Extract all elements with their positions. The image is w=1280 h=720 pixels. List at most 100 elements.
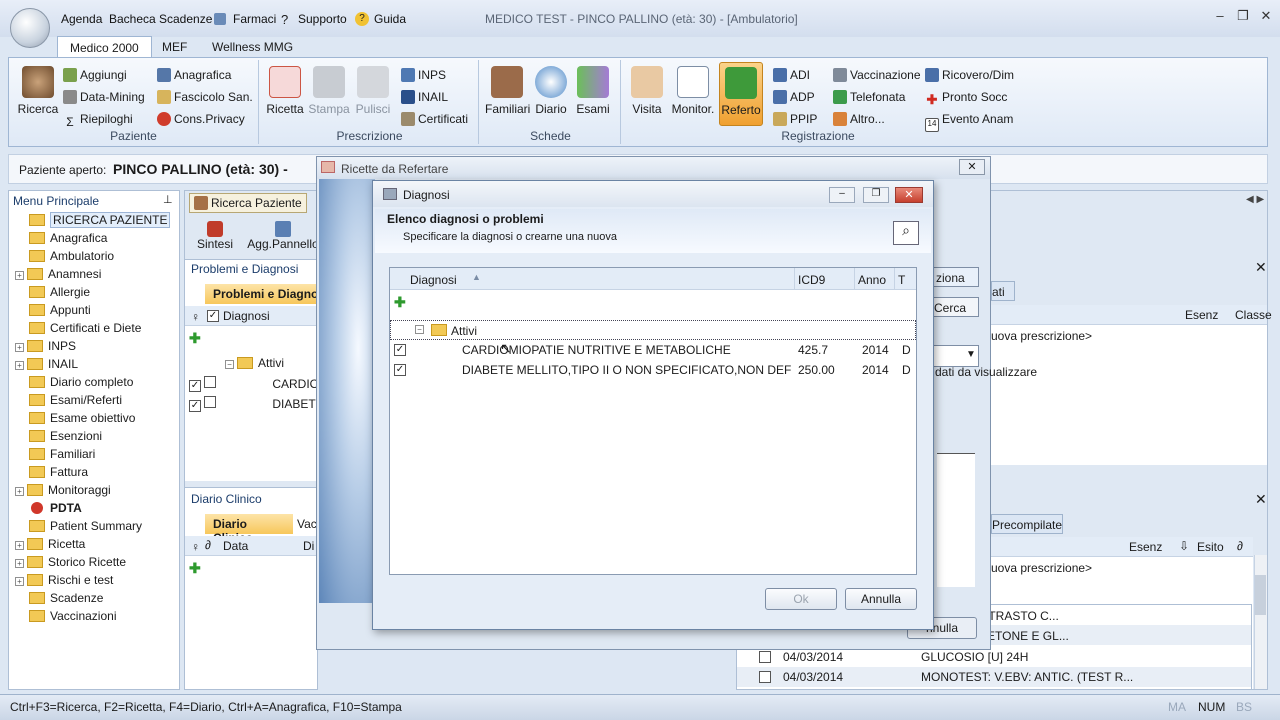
col-esito[interactable]: Esito [1197, 540, 1224, 554]
adp-button[interactable]: ADP [773, 90, 815, 104]
col-diagnosi[interactable]: Diagnosi [223, 309, 270, 323]
nuova-prescrizione[interactable]: uova prescrizione> [991, 329, 1092, 343]
datamining-button[interactable]: Data-Mining [63, 90, 145, 104]
col-classe[interactable]: Classe [1235, 308, 1272, 322]
col-esenz[interactable]: Esenz [1185, 308, 1218, 322]
sidebar-item[interactable]: Familiari [17, 447, 95, 461]
row-check2[interactable] [204, 376, 217, 388]
col-diagnosi[interactable]: Diagnosi [410, 273, 457, 287]
header-check[interactable]: ✓ [207, 310, 219, 322]
row-check[interactable]: ✓ [189, 400, 201, 412]
sidebar-item[interactable]: + Monitoraggi [15, 483, 111, 497]
dropdown[interactable]: ▼ [933, 345, 979, 367]
col-icd9[interactable]: ICD9 [798, 273, 825, 287]
stampa-button[interactable]: Stampa [307, 66, 351, 116]
close-icon[interactable]: ✕ [1254, 8, 1278, 26]
tab-precompilate[interactable]: Precompilate [991, 514, 1063, 534]
col-anno[interactable]: Anno [858, 273, 886, 287]
sidebar-item[interactable]: Diario completo [17, 375, 133, 389]
telefonata-button[interactable]: Telefonata [833, 90, 905, 104]
minimize-icon[interactable]: – [829, 187, 855, 203]
ricovero-button[interactable]: Ricovero/Dim [925, 68, 1014, 82]
scroll-arrows[interactable]: ◀ ▶ [1246, 194, 1264, 205]
close-panel-icon[interactable]: ✕ [1255, 259, 1267, 276]
sidebar-item[interactable]: Esame obiettivo [17, 411, 135, 425]
tab-ricerca-paziente[interactable]: Ricerca Paziente [189, 193, 307, 213]
scroll-thumb[interactable] [1255, 575, 1266, 615]
add-icon[interactable]: ✚ [189, 330, 201, 347]
pin-icon[interactable]: ⊥ [163, 193, 173, 206]
menu-farmaci[interactable]: Farmaci [233, 12, 276, 26]
tab-medico2000[interactable]: Medico 2000 [57, 36, 152, 58]
menu-bacheca[interactable]: Bacheca [109, 12, 156, 26]
prontosocc-button[interactable]: ✚ Pronto Socc [925, 90, 1008, 107]
aggiungi-button[interactable]: Aggiungi [63, 68, 127, 82]
sidebar-item[interactable]: Patient Summary [17, 519, 142, 533]
menu-agenda[interactable]: Agenda [61, 12, 102, 26]
problem-row[interactable]: ✓ DIABETE [189, 396, 324, 412]
expand-icon[interactable]: + [15, 577, 24, 586]
search-icon[interactable]: ⌕ [893, 221, 919, 245]
row-check[interactable] [759, 671, 771, 683]
col-t[interactable]: T [898, 273, 905, 287]
sidebar-item[interactable]: Certificati e Diete [17, 321, 141, 335]
certificati-button[interactable]: Certificati [401, 112, 468, 126]
cerca-button[interactable]: Cerca [933, 297, 979, 317]
minimize-icon[interactable]: – [1208, 8, 1232, 26]
expand-icon[interactable]: + [15, 559, 24, 568]
fascicolo-button[interactable]: Fascicolo San. [157, 90, 253, 104]
add-icon[interactable]: ✚ [189, 560, 201, 577]
row-check[interactable] [759, 651, 771, 663]
visita-button[interactable]: Visita [627, 66, 667, 116]
inps-button[interactable]: INPS [401, 68, 446, 82]
sidebar-item[interactable]: Ambulatorio [17, 249, 114, 263]
privacy-button[interactable]: Cons.Privacy [157, 112, 245, 126]
expand-icon[interactable]: + [15, 487, 24, 496]
add-icon[interactable]: ✚ [394, 294, 406, 311]
close-icon[interactable]: ✕ [895, 187, 923, 203]
diagnosi-row[interactable]: ✓ DIABETE MELLITO,TIPO II O NON SPECIFIC… [390, 360, 916, 380]
menu-supporto[interactable]: Supporto [298, 12, 347, 26]
altro-button[interactable]: Altro... [833, 112, 885, 126]
expand-icon[interactable]: + [15, 361, 24, 370]
ok-button[interactable]: Ok [765, 588, 837, 610]
riepiloghi-button[interactable]: Σ Riepiloghi [63, 112, 132, 129]
sidebar-item[interactable]: + INPS [15, 339, 76, 353]
col-di[interactable]: Di [303, 539, 314, 553]
attivi-folder-row[interactable]: − Attivi [390, 320, 916, 340]
tab-wellness[interactable]: Wellness MMG [200, 36, 305, 58]
problem-row[interactable]: ✓ CARDIO [189, 376, 319, 392]
referto-button[interactable]: Referto [719, 62, 763, 126]
inail-button[interactable]: INAIL [401, 90, 448, 104]
expand-icon[interactable]: + [15, 271, 24, 280]
col-data[interactable]: Data [223, 539, 248, 553]
maximize-icon[interactable]: ❐ [863, 187, 889, 203]
ppip-button[interactable]: PPIP [773, 112, 817, 126]
anagrafica-button[interactable]: Anagrafica [157, 68, 231, 82]
pulisci-button[interactable]: Pulisci [353, 66, 393, 116]
row-check[interactable]: ✓ [394, 364, 406, 376]
table-row[interactable]: 04/03/2014 GLUCOSIO [U] 24H [737, 647, 1251, 667]
menu-scadenze[interactable]: Scadenze [159, 12, 212, 26]
sidebar-item[interactable]: Anagrafica [17, 231, 107, 245]
expand-icon[interactable]: + [15, 343, 24, 352]
sidebar-item[interactable]: Allergie [17, 285, 90, 299]
restore-icon[interactable]: ❐ [1231, 8, 1255, 26]
collapse-icon[interactable]: − [415, 325, 424, 334]
sidebar-item[interactable]: + Storico Ricette [15, 555, 126, 569]
tab-vac[interactable]: Vac [297, 517, 317, 531]
sidebar-item[interactable]: Esenzioni [17, 429, 102, 443]
seleziona-button[interactable]: ziona [933, 267, 979, 287]
diagnosi-row[interactable]: ✓ CARDIOMIOPATIE NUTRITIVE E METABOLICHE… [390, 340, 916, 360]
attivi-folder[interactable]: − Attivi [225, 356, 284, 370]
close-panel-icon[interactable]: ✕ [1255, 491, 1267, 508]
tab-diario[interactable]: Diario Clinico [205, 514, 293, 545]
tab-dati[interactable]: ati [991, 281, 1015, 301]
close-icon[interactable]: ✕ [959, 159, 985, 175]
sidebar-item[interactable]: Fattura [17, 465, 88, 479]
ricetta-button[interactable]: Ricetta [265, 66, 305, 116]
diario-button[interactable]: Diario [531, 66, 571, 116]
sidebar-item[interactable]: Vaccinazioni [17, 609, 116, 623]
expand-icon[interactable]: + [15, 541, 24, 550]
agg-pannello-button[interactable]: Agg.Pannello [247, 221, 319, 251]
